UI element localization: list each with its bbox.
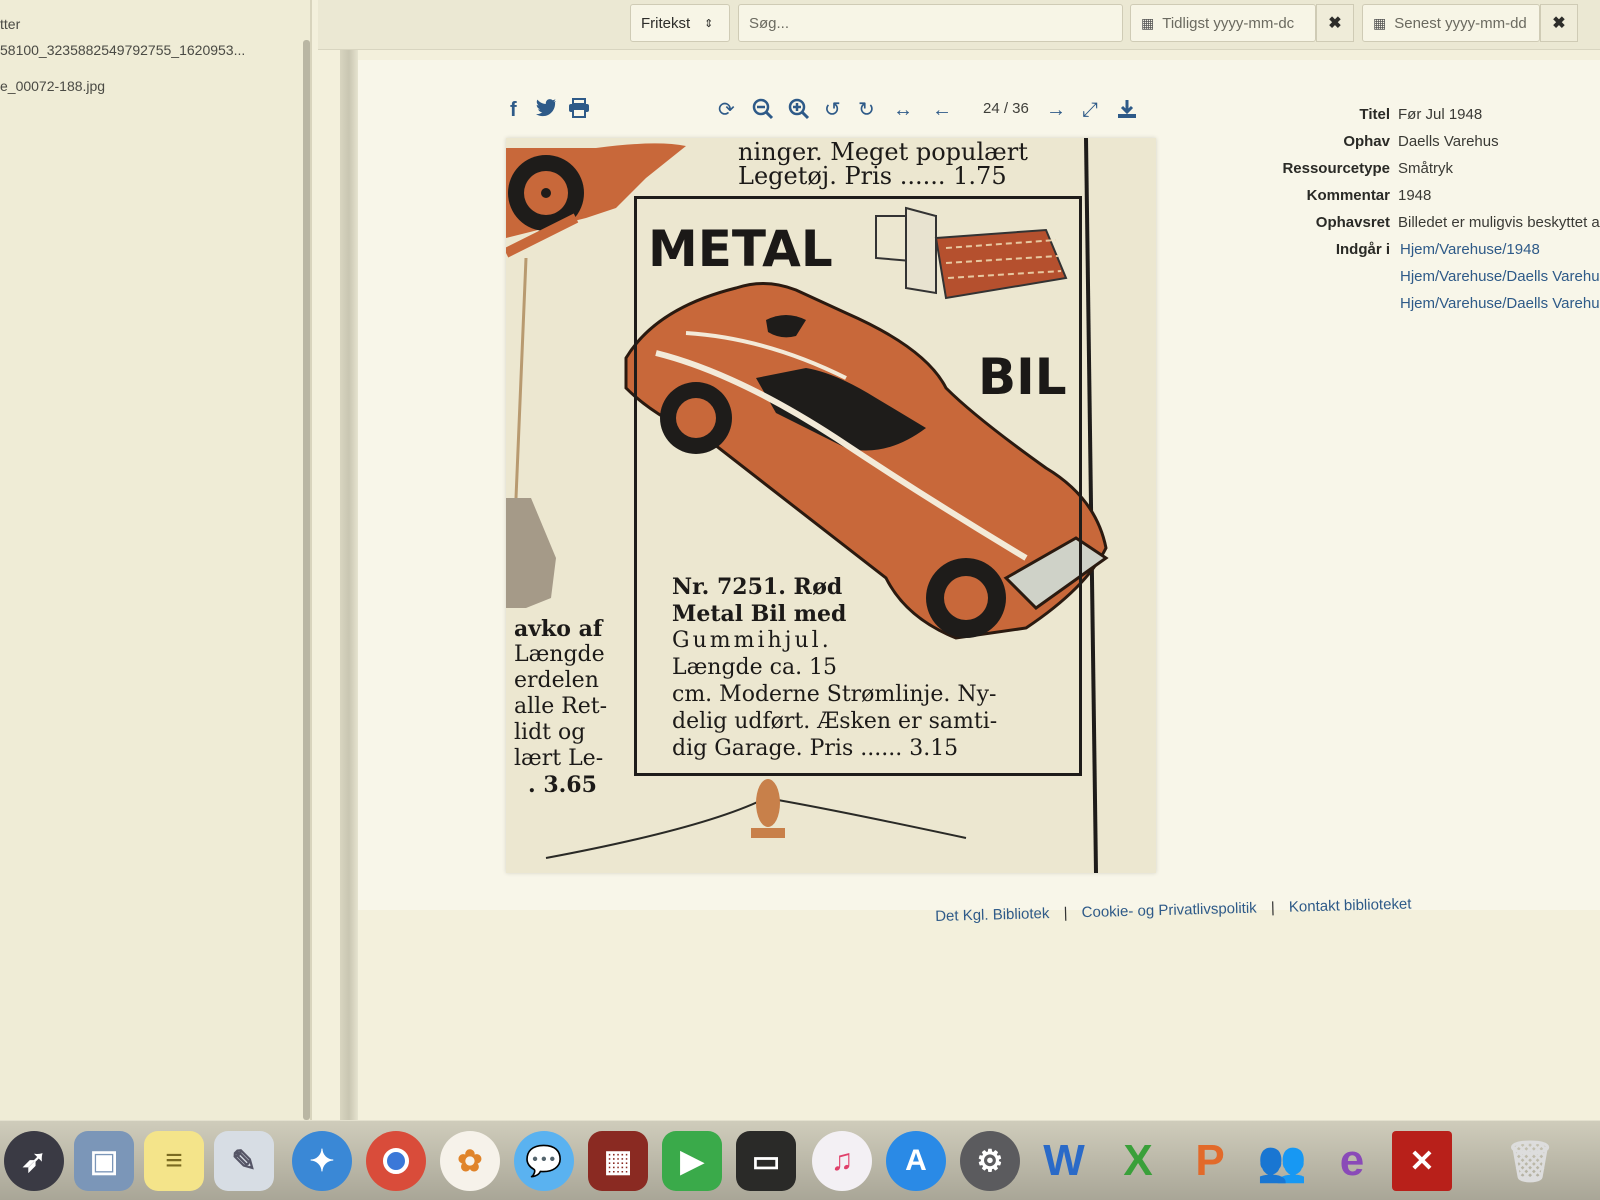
fullscreen-icon[interactable]: ⤢ xyxy=(1082,98,1098,122)
collection-link[interactable]: Hjem/Varehuse/Daells Varehus xyxy=(1400,295,1600,312)
page-counter: 24 / 36 xyxy=(983,100,1029,117)
scan-text-line: Legetøj. Pris ...... 1.75 xyxy=(738,162,1007,190)
system-preferences-icon[interactable]: ⚙ xyxy=(960,1131,1020,1191)
footer-link-kb[interactable]: Det Kgl. Bibliotek xyxy=(935,905,1050,925)
word-icon[interactable]: W xyxy=(1034,1131,1094,1191)
scan-text-line: Længde ca. 15 xyxy=(672,655,838,680)
select-arrows-icon: ⇕ xyxy=(704,17,714,30)
scan-side-line: lært Le- xyxy=(514,746,604,771)
date-to-field[interactable]: ▦ Senest yyyy-mm-dd xyxy=(1362,4,1540,42)
scan-text-line: Gummihjul. xyxy=(672,628,832,653)
meta-value-titel: Før Jul 1948 xyxy=(1398,106,1483,123)
scan-side-line: erdelen xyxy=(514,668,599,693)
date-from-field[interactable]: ▦ Tidligst yyyy-mm-dc xyxy=(1130,4,1316,42)
meta-label-ophavsret: Ophavsret xyxy=(1315,214,1390,231)
photos-icon[interactable]: ✿ xyxy=(440,1131,500,1191)
meta-label-ophav: Ophav xyxy=(1343,133,1390,150)
calendar-icon: ▦ xyxy=(1373,14,1387,31)
scan-heading-bil: BIL xyxy=(978,348,1067,406)
next-icon[interactable]: → xyxy=(1046,98,1066,122)
printer-icon[interactable]: ▭ xyxy=(736,1131,796,1191)
meta-value-ophavsret: Billedet er muligvis beskyttet a xyxy=(1398,214,1600,231)
meta-label-titel: Titel xyxy=(1359,106,1390,123)
file-sidebar: tter 58100_3235882549792755_1620953... e… xyxy=(0,0,312,1130)
meta-label-kommentar: Kommentar xyxy=(1306,187,1390,204)
search-bar: Fritekst ⇕ Søg... ▦ Tidligst yyyy-mm-dc … xyxy=(318,0,1600,50)
search-type-value: Fritekst xyxy=(641,14,691,32)
catalog-scan-image[interactable]: ninger. Meget populært Legetøj. Pris ...… xyxy=(506,138,1156,873)
notes-icon[interactable]: ≡ xyxy=(144,1131,204,1191)
refresh-icon[interactable]: ⟳ xyxy=(718,98,735,122)
scan-text-line: dig Garage. Pris ...... 3.15 xyxy=(672,736,959,761)
scan-text-line: Nr. 7251. Rød xyxy=(672,574,843,600)
scan-text-line: delig udført. Æsken er samti- xyxy=(672,709,998,734)
acrobat-icon[interactable]: ✕ xyxy=(1392,1131,1452,1191)
sidebar-line: tter xyxy=(0,16,21,32)
close-icon: ✖ xyxy=(1552,15,1566,32)
sidebar-file-item[interactable]: 58100_3235882549792755_1620953... xyxy=(0,42,245,58)
meta-label-ressourcetype: Ressourcetype xyxy=(1282,160,1390,177)
meta-label-indgaar: Indgår i xyxy=(1335,241,1390,258)
clear-date-to-button[interactable]: ✖ xyxy=(1540,4,1578,42)
footer-link-contact[interactable]: Kontakt biblioteket xyxy=(1289,896,1412,916)
meta-value-ophav: Daells Varehus xyxy=(1398,133,1499,150)
clear-date-from-button[interactable]: ✖ xyxy=(1316,4,1354,42)
collection-link[interactable]: Hjem/Varehuse/Daells Varehus xyxy=(1400,268,1600,285)
itunes-icon[interactable]: ♫ xyxy=(812,1131,872,1191)
footer-separator: | xyxy=(1270,899,1275,917)
chrome-icon[interactable] xyxy=(366,1131,426,1191)
calendar-icon: ▦ xyxy=(1141,14,1155,31)
rotate-left-icon[interactable]: ↺ xyxy=(824,98,841,122)
entourage-icon[interactable]: e xyxy=(1322,1131,1382,1191)
launchpad-icon[interactable]: ➶ xyxy=(4,1131,64,1191)
collection-link[interactable]: Hjem/Varehuse/1948 xyxy=(1400,241,1540,258)
scan-heading-metal: METAL xyxy=(648,220,833,278)
messenger-icon[interactable]: 👥 xyxy=(1252,1131,1312,1191)
facetime-icon[interactable]: ▶ xyxy=(662,1131,722,1191)
script-editor-icon[interactable]: ✎ xyxy=(214,1131,274,1191)
rotate-right-icon[interactable]: ↻ xyxy=(858,98,875,122)
preview-icon[interactable]: ▣ xyxy=(74,1131,134,1191)
search-type-select[interactable]: Fritekst ⇕ xyxy=(630,4,730,42)
previous-icon[interactable]: ← xyxy=(932,98,952,122)
window-divider xyxy=(340,0,358,1130)
download-icon[interactable] xyxy=(1116,98,1138,126)
messages-icon[interactable]: 💬 xyxy=(514,1131,574,1191)
date-from-placeholder: Tidligst yyyy-mm-dc xyxy=(1162,14,1295,32)
close-icon: ✖ xyxy=(1328,15,1342,32)
safari-icon[interactable]: ✦ xyxy=(292,1131,352,1191)
fit-width-icon[interactable]: ↔ xyxy=(893,98,913,122)
scan-side-line: Længde xyxy=(514,642,605,667)
date-to-placeholder: Senest yyyy-mm-dd xyxy=(1394,14,1527,32)
powerpoint-icon[interactable]: P xyxy=(1180,1131,1240,1191)
app-store-icon[interactable]: A xyxy=(886,1131,946,1191)
meta-value-kommentar: 1948 xyxy=(1398,187,1432,204)
excel-icon[interactable]: X xyxy=(1108,1131,1168,1191)
footer-link-privacy[interactable]: Cookie- og Privatlivspolitik xyxy=(1081,900,1256,922)
scan-text-line: cm. Moderne Strømlinje. Ny- xyxy=(672,682,997,707)
zoom-out-icon[interactable] xyxy=(752,98,774,126)
scan-text-line: Metal Bil med xyxy=(672,601,847,627)
print-icon[interactable] xyxy=(568,98,590,124)
sidebar-scrollbar[interactable] xyxy=(303,40,310,1120)
photo-booth-icon[interactable]: ▦ xyxy=(588,1131,648,1191)
zoom-in-icon[interactable] xyxy=(788,98,810,126)
search-input[interactable]: Søg... xyxy=(738,4,1123,42)
twitter-icon[interactable] xyxy=(535,98,557,124)
macos-dock: ➶ ▣ ≡ ✎ ✦ ✿ 💬 ▦ ▶ ▭ ♫ A ⚙ W X P 👥 e ✕ 🗑 xyxy=(0,1120,1600,1200)
scan-side-line: lidt og xyxy=(514,720,586,745)
scan-side-line: . 3.65 xyxy=(528,772,597,798)
footer-separator: | xyxy=(1063,904,1068,922)
trash-icon[interactable]: 🗑 xyxy=(1500,1131,1560,1191)
browser-screen: tter 58100_3235882549792755_1620953... e… xyxy=(0,0,1600,1200)
search-placeholder: Søg... xyxy=(749,14,790,32)
sidebar-file-item[interactable]: e_00072-188.jpg xyxy=(0,78,105,94)
scan-side-line: alle Ret- xyxy=(514,694,608,719)
facebook-icon[interactable]: f xyxy=(510,98,517,122)
meta-value-ressourcetype: Småtryk xyxy=(1398,160,1454,177)
scan-side-line: avko af xyxy=(514,616,603,642)
